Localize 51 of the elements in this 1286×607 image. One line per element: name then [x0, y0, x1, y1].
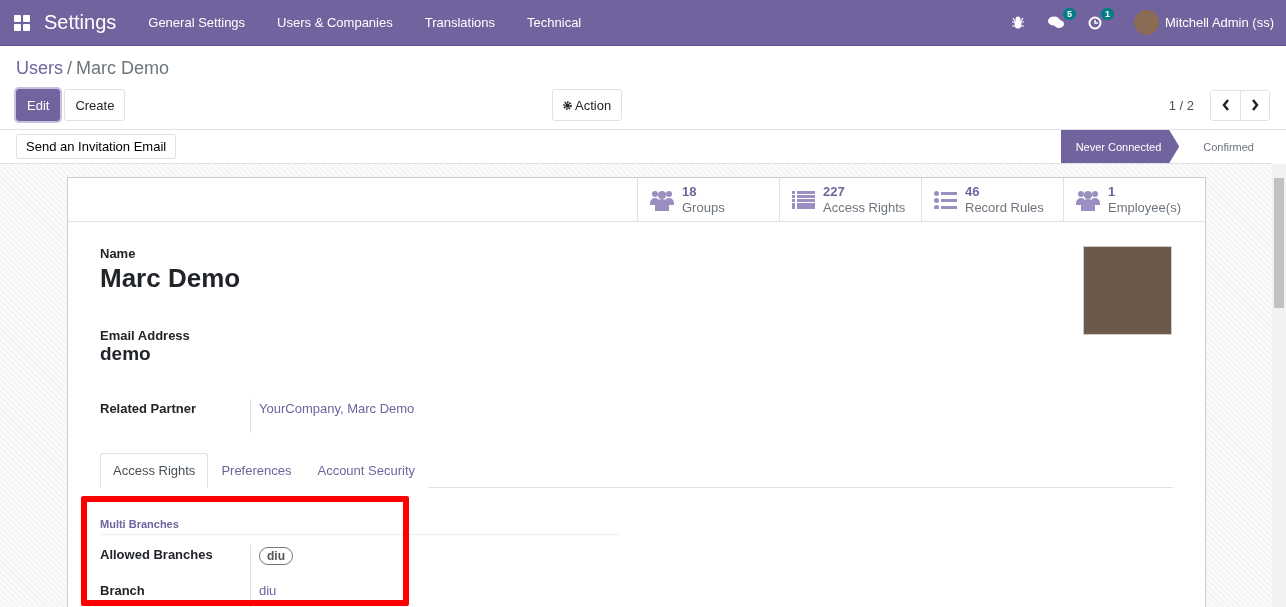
- bug-icon[interactable]: [1011, 16, 1024, 29]
- branch-link[interactable]: diu: [259, 583, 277, 598]
- app-title[interactable]: Settings: [44, 11, 117, 34]
- chat-icon[interactable]: [1047, 16, 1064, 29]
- pager-value: 1 / 2: [1168, 97, 1194, 113]
- breadcrumb-current: Marc Demo: [76, 58, 170, 79]
- action-button[interactable]: Action: [552, 89, 623, 121]
- next-button[interactable]: [1240, 90, 1269, 120]
- invitation-email-button[interactable]: Send an Invitation Email: [16, 134, 177, 159]
- menu-item[interactable]: Users & Companies: [261, 15, 409, 30]
- field-label: Email Address: [100, 328, 191, 343]
- apps-menu-icon[interactable]: [14, 14, 30, 31]
- stat-label: Record Rules: [965, 199, 1044, 216]
- field-label: Branch: [100, 582, 146, 598]
- menu-item[interactable]: General Settings: [132, 15, 262, 30]
- status-stage[interactable]: Never Connected: [1060, 130, 1180, 163]
- user-name[interactable]: Mitchell Admin (ss): [1164, 15, 1274, 30]
- chevron-left-icon: [1221, 99, 1230, 111]
- menu-item[interactable]: Translations: [408, 15, 512, 30]
- menu-item[interactable]: Technical: [511, 15, 598, 30]
- user-name-value: Marc Demo: [100, 263, 241, 294]
- scrollbar-thumb[interactable]: [1274, 178, 1284, 308]
- gear-icon: [563, 100, 572, 110]
- stat-value: 1: [1108, 183, 1117, 200]
- status-stage[interactable]: Confirmed: [1179, 130, 1272, 163]
- list-icon: [934, 190, 957, 209]
- group-icon: [1076, 188, 1100, 211]
- chevron-right-icon: [1251, 99, 1259, 111]
- breadcrumb-link[interactable]: Users: [16, 58, 63, 79]
- list-icon: [792, 190, 815, 209]
- scrollbar[interactable]: [1272, 164, 1286, 607]
- stat-value: 227: [823, 183, 846, 200]
- activity-count-badge: 1: [1100, 7, 1114, 20]
- group-icon: [650, 188, 674, 211]
- stat-value: 18: [682, 183, 698, 200]
- stat-value: 46: [965, 183, 981, 200]
- message-count-badge: 5: [1062, 8, 1076, 20]
- stat-label: Employee(s): [1108, 199, 1181, 216]
- section-title: Multi Branches: [100, 518, 620, 535]
- breadcrumb-separator: /: [67, 58, 73, 79]
- edit-button[interactable]: Edit: [16, 89, 61, 121]
- clock-icon[interactable]: [1087, 15, 1102, 30]
- field-label: Name: [100, 246, 137, 261]
- stat-label: Access Rights: [823, 199, 906, 216]
- partner-link[interactable]: YourCompany, Marc Demo: [259, 401, 415, 416]
- create-button[interactable]: Create: [64, 89, 126, 121]
- email-value: demo: [100, 343, 152, 365]
- stat-label: Groups: [682, 199, 725, 216]
- field-label: Allowed Branches: [100, 546, 214, 562]
- field-label: Related Partner: [100, 400, 198, 416]
- tab[interactable]: Access Rights: [100, 453, 209, 488]
